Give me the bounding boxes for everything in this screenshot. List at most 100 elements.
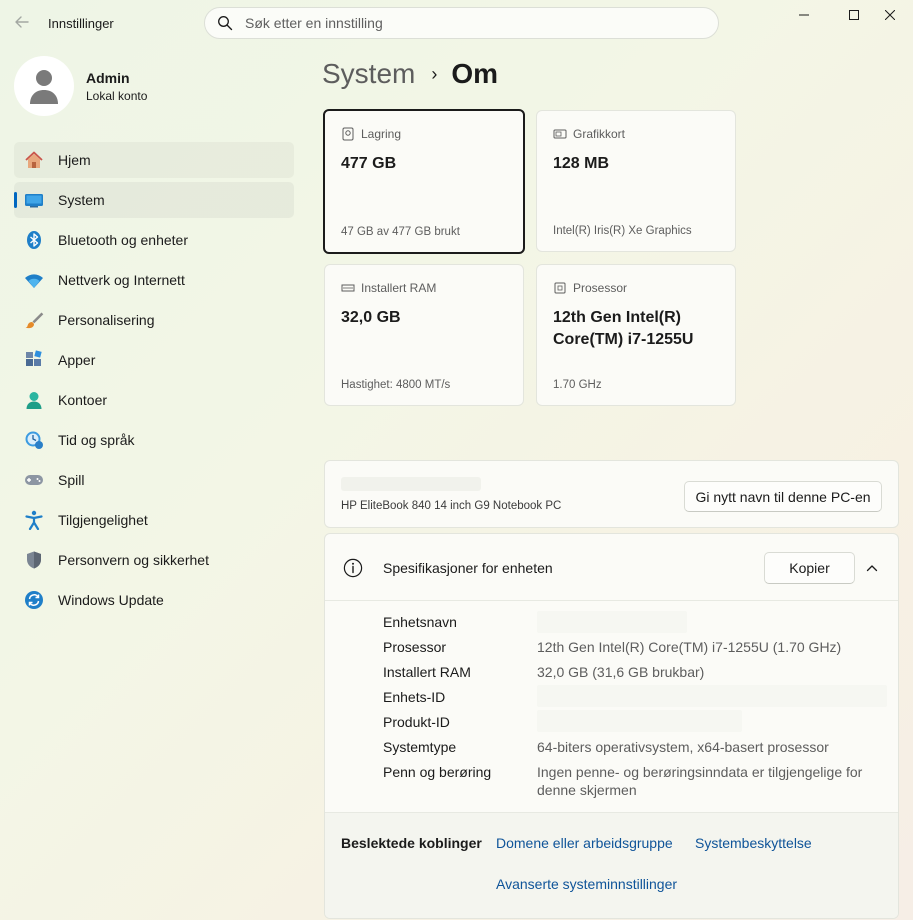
processor-card[interactable]: Prosessor 12th Gen Intel(R) Core(TM) i7-…: [536, 264, 736, 406]
processor-label: Prosessor: [573, 281, 628, 295]
sidebar-item-label: Nettverk og Internett: [58, 272, 185, 288]
close-icon: [885, 10, 895, 20]
sidebar-item-label: Spill: [58, 472, 85, 488]
system-monitor-icon: [24, 190, 44, 210]
sidebar-item-accounts[interactable]: Kontoer: [14, 382, 294, 418]
app-title: Innstillinger: [48, 16, 114, 31]
sidebar-item-privacy[interactable]: Personvern og sikkerhet: [14, 542, 294, 578]
avatar: [14, 56, 74, 116]
processor-icon: [554, 282, 566, 294]
user-avatar-icon: [30, 70, 58, 104]
search-input[interactable]: [245, 15, 685, 31]
sidebar-item-label: Tid og språk: [58, 432, 135, 448]
ram-speed: Hastighet: 4800 MT/s: [341, 379, 451, 391]
close-button[interactable]: [867, 0, 913, 30]
info-icon: [343, 558, 363, 578]
title-bar: Innstillinger: [0, 0, 913, 46]
home-icon: [24, 150, 44, 170]
processor-speed: 1.70 GHz: [553, 379, 602, 391]
search-box[interactable]: [204, 7, 719, 39]
breadcrumb-parent[interactable]: System: [322, 58, 415, 90]
sidebar-item-label: Bluetooth og enheter: [58, 232, 188, 248]
spec-value[interactable]: 64-biters operativsystem, x64-basert pro…: [537, 738, 867, 756]
link-advanced-system-settings[interactable]: Avanserte systeminnstillinger: [496, 876, 677, 892]
profile-name: Admin: [86, 69, 130, 86]
brush-icon: [24, 310, 44, 330]
spec-value[interactable]: 32,0 GB (31,6 GB brukbar): [537, 663, 867, 681]
copy-button[interactable]: Kopier: [764, 552, 855, 584]
sidebar-item-gaming[interactable]: Spill: [14, 462, 294, 498]
breadcrumb: System › Om: [322, 58, 498, 90]
chevron-up-icon: [866, 565, 878, 572]
sidebar-nav: Hjem System Bluetooth og enheter Nettver…: [14, 142, 294, 622]
search-icon: [218, 16, 233, 31]
apps-icon: [24, 350, 44, 370]
wifi-icon: [24, 270, 44, 290]
spec-label: Prosessor: [383, 639, 447, 655]
graphics-label: Grafikkort: [573, 127, 626, 141]
clock-globe-icon: [24, 430, 44, 450]
spec-value[interactable]: 12th Gen Intel(R) Core(TM) i7-1255U (1.7…: [537, 638, 867, 656]
sidebar-item-label: Personalisering: [58, 312, 155, 328]
spec-label: Systemtype: [383, 739, 457, 755]
sidebar-item-accessibility[interactable]: Tilgjengelighet: [14, 502, 294, 538]
specs-title: Spesifikasjoner for enheten: [383, 560, 553, 576]
storage-card[interactable]: Lagring 477 GB 47 GB av 477 GB brukt: [323, 109, 525, 254]
account-icon: [24, 390, 44, 410]
graphics-value: 128 MB: [553, 155, 610, 172]
shield-icon: [24, 550, 44, 570]
page-title: Om: [451, 58, 499, 89]
link-system-protection[interactable]: Systembeskyttelse: [695, 835, 812, 851]
specs-header[interactable]: Spesifikasjoner for enheten Kopier: [325, 534, 898, 601]
sidebar-item-label: Kontoer: [58, 392, 108, 408]
gamepad-icon: [24, 470, 44, 490]
spec-label: Enhetsnavn: [383, 614, 457, 630]
ram-card[interactable]: Installert RAM 32,0 GB Hastighet: 4800 M…: [324, 264, 524, 406]
collapse-button[interactable]: [860, 556, 884, 580]
sidebar-item-bluetooth[interactable]: Bluetooth og enheter: [14, 222, 294, 258]
rename-pc-button[interactable]: Gi nytt navn til denne PC-en: [684, 481, 882, 512]
sidebar-item-label: Windows Update: [58, 592, 164, 608]
related-links-label: Beslektede koblinger: [341, 835, 482, 851]
minimize-button[interactable]: [781, 0, 827, 30]
ram-value: 32,0 GB: [341, 309, 401, 326]
device-specifications: Spesifikasjoner for enheten Kopier Enhet…: [324, 533, 899, 919]
maximize-icon: [849, 10, 859, 20]
device-name-value-redacted: [537, 611, 687, 633]
minimize-icon: [799, 14, 809, 16]
sidebar-item-apps[interactable]: Apper: [14, 342, 294, 378]
storage-icon: [342, 127, 354, 141]
device-model: HP EliteBook 840 14 inch G9 Notebook PC: [341, 500, 562, 512]
device-id-value-redacted: [537, 685, 887, 707]
sidebar-item-label: System: [58, 192, 105, 208]
memory-icon: [341, 284, 355, 292]
sidebar-item-network[interactable]: Nettverk og Internett: [14, 262, 294, 298]
bluetooth-icon: [24, 230, 44, 250]
graphics-card-icon: [553, 129, 567, 139]
spec-value[interactable]: Ingen penne- og berøringsinndata er tilg…: [537, 763, 867, 799]
product-id-value-redacted: [537, 710, 742, 732]
profile-account-type: Lokal konto: [86, 88, 148, 103]
spec-label: Produkt-ID: [383, 714, 450, 730]
spec-label: Penn og berøring: [383, 764, 492, 780]
user-profile[interactable]: Admin Lokal konto: [14, 56, 147, 116]
spec-label: Installert RAM: [383, 664, 471, 680]
graphics-card[interactable]: Grafikkort 128 MB Intel(R) Iris(R) Xe Gr…: [536, 110, 736, 252]
sidebar-item-personalization[interactable]: Personalisering: [14, 302, 294, 338]
sidebar-item-home[interactable]: Hjem: [14, 142, 294, 178]
sidebar-item-time-language[interactable]: Tid og språk: [14, 422, 294, 458]
ram-label: Installert RAM: [361, 281, 437, 295]
sidebar-item-label: Hjem: [58, 152, 91, 168]
sidebar-item-windows-update[interactable]: Windows Update: [14, 582, 294, 618]
back-button[interactable]: [8, 8, 36, 36]
sidebar-item-system[interactable]: System: [14, 182, 294, 218]
graphics-name: Intel(R) Iris(R) Xe Graphics: [553, 225, 692, 237]
arrow-left-icon: [15, 16, 29, 28]
device-name-section: HP EliteBook 840 14 inch G9 Notebook PC …: [324, 460, 899, 528]
storage-value: 477 GB: [341, 155, 397, 172]
storage-label: Lagring: [361, 127, 402, 141]
spec-label: Enhets-ID: [383, 689, 446, 705]
related-links: Beslektede koblinger Domene eller arbeid…: [325, 812, 898, 918]
storage-usage: 47 GB av 477 GB brukt: [341, 226, 460, 238]
link-domain-workgroup[interactable]: Domene eller arbeidsgruppe: [496, 835, 673, 851]
